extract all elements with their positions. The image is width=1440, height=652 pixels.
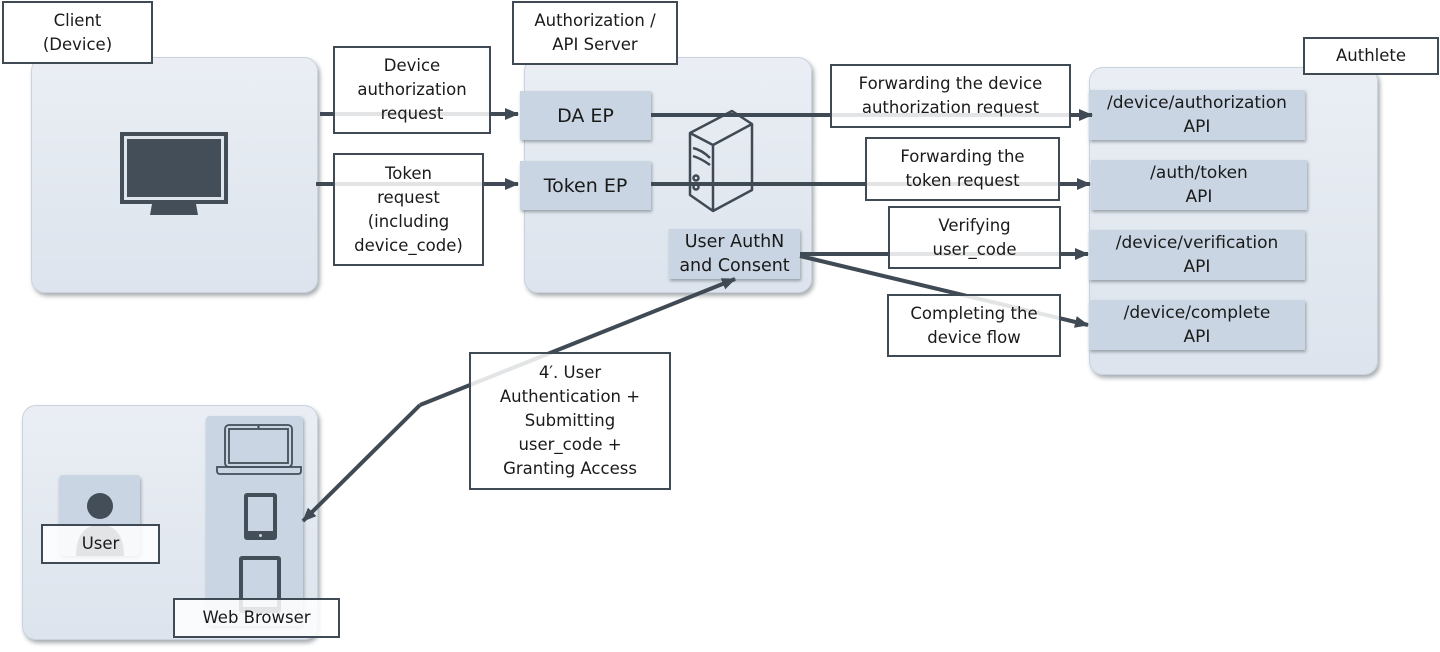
label-completing-flow: Completing the device flow — [887, 294, 1061, 357]
server-icon — [688, 109, 754, 213]
da-endpoint: DA EP — [520, 91, 651, 140]
device-verification-api: /device/verification API — [1089, 230, 1305, 280]
tablet-icon — [244, 493, 277, 540]
label-verifying-user-code: Verifying user_code — [888, 206, 1061, 269]
label-user-authentication: 4′. User Authentication + Submitting use… — [469, 352, 671, 490]
device-complete-api: /device/complete API — [1089, 300, 1305, 350]
user-authn-consent-endpoint: User AuthN and Consent — [669, 229, 800, 279]
auth-token-api: /auth/token API — [1091, 160, 1307, 210]
server-title: Authorization / API Server — [512, 1, 678, 65]
device-authorization-api: /device/authorization API — [1089, 90, 1305, 140]
label-forward-token: Forwarding the token request — [865, 137, 1060, 201]
label-token-request: Token request (including device_code) — [333, 153, 484, 266]
laptop-icon — [216, 424, 302, 475]
monitor-icon — [120, 132, 228, 215]
arrow-authn-to-browser — [301, 403, 422, 523]
client-title: Client (Device) — [2, 1, 153, 64]
token-endpoint: Token EP — [520, 161, 651, 210]
label-forward-device-authorization: Forwarding the device authorization requ… — [830, 64, 1071, 128]
web-browser-label: Web Browser — [173, 598, 340, 638]
authlete-title: Authlete — [1303, 37, 1439, 75]
user-label: User — [41, 524, 160, 564]
label-device-authorization-request: Device authorization request — [333, 46, 491, 134]
